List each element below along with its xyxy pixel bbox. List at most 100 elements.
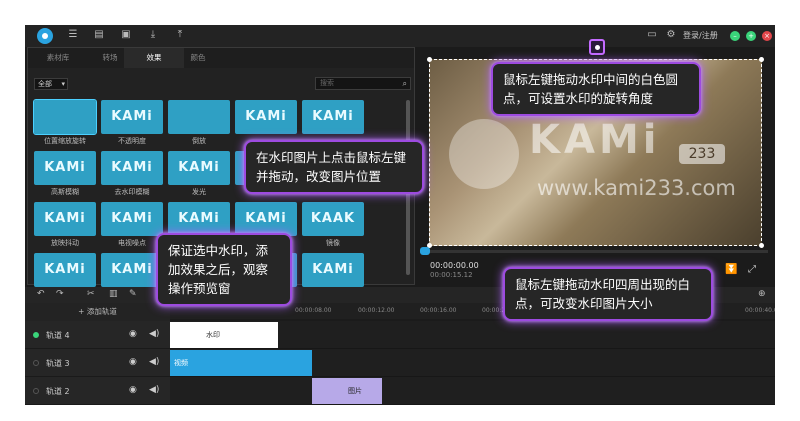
chevron-down-icon: ▾: [61, 80, 65, 88]
effect-thumb[interactable]: KAMi: [101, 151, 163, 185]
effect-label: 倒放: [192, 137, 206, 145]
track-status-dot: [33, 388, 39, 394]
double-chevron-down-icon[interactable]: ⏬: [725, 264, 737, 275]
effect-thumb-text: KAMi: [245, 211, 287, 226]
progress-knob[interactable]: [420, 247, 430, 255]
track-header[interactable]: 轨道 2 ◉ ◀): [25, 377, 170, 405]
effect-thumb[interactable]: KAMi: [235, 100, 297, 134]
effect-thumb[interactable]: [168, 100, 230, 134]
effect-thumb-text: KAMi: [111, 262, 153, 277]
delete-icon[interactable]: ▥: [109, 289, 118, 299]
eye-icon[interactable]: ◉: [129, 385, 137, 395]
track-lane[interactable]: 图片: [170, 377, 775, 405]
effect-label: 发光: [192, 188, 206, 196]
ruler-tick-label: 00:00:16.00: [420, 307, 457, 314]
effect-thumb[interactable]: KAMi: [168, 202, 230, 236]
effect-thumb-text: [34, 100, 96, 134]
track-name: 轨道 2: [46, 387, 70, 396]
search-input[interactable]: 搜索 ⌕: [315, 77, 411, 90]
effect-thumb-text: KAMi: [178, 211, 220, 226]
effect-thumb[interactable]: KAMi: [101, 253, 163, 287]
effect-label: 放映抖动: [51, 239, 79, 247]
login-link[interactable]: 登录/注册: [683, 30, 718, 41]
file-icon[interactable]: ▤: [93, 29, 105, 41]
resize-handle-bottom-right[interactable]: [759, 243, 764, 248]
timeline-clip[interactable]: 水印: [170, 322, 278, 348]
zoom-icon[interactable]: ⊕: [758, 289, 766, 299]
tab-colors[interactable]: 颜色: [168, 48, 228, 68]
effect-label: 电视噪点: [118, 239, 146, 247]
effect-thumb[interactable]: KAMi: [168, 151, 230, 185]
effect-thumb-text: [168, 100, 230, 134]
minimize-icon[interactable]: –: [730, 31, 740, 41]
effect-thumb[interactable]: KAAK: [302, 202, 364, 236]
edit-icon[interactable]: ✎: [129, 289, 137, 299]
track-header[interactable]: 轨道 3 ◉ ◀): [25, 349, 170, 377]
effect-label: 高斯模糊: [51, 188, 79, 196]
panel-tabs: 素材库 转场 效果 颜色: [28, 48, 414, 68]
effect-thumb-text: KAMi: [245, 109, 287, 124]
track-name: 轨道 4: [46, 331, 70, 340]
effect-thumb-text: KAMi: [111, 160, 153, 175]
close-icon[interactable]: ×: [762, 31, 772, 41]
timeline-clip[interactable]: 图片: [312, 378, 382, 404]
timeline-clip[interactable]: 视频: [170, 350, 312, 376]
track-status-dot: [33, 360, 39, 366]
time-current: 00:00:00.00: [430, 261, 479, 270]
upload-icon[interactable]: ⤒: [174, 29, 186, 41]
callout-rotate: 鼠标左键拖动水印中间的白色圆点，可设置水印的旋转角度: [491, 62, 701, 116]
track-lane[interactable]: 视频: [170, 349, 775, 377]
settings-icon[interactable]: ⚙: [665, 29, 677, 41]
speaker-icon[interactable]: ◀): [149, 385, 159, 395]
category-select[interactable]: 全部 ▾: [34, 78, 68, 90]
search-icon[interactable]: ⌕: [403, 78, 407, 89]
resize-handle-top-left[interactable]: [427, 57, 432, 62]
track-lane[interactable]: 水印: [170, 321, 775, 349]
effect-thumb[interactable]: KAMi: [101, 202, 163, 236]
callout-resize: 鼠标左键拖动水印四周出现的白点，可改变水印图片大小: [503, 267, 713, 321]
add-track-button[interactable]: + 添加轨道: [25, 303, 170, 321]
time-total: 00:00:15.12: [430, 271, 473, 279]
resize-handle-top-right[interactable]: [759, 57, 764, 62]
effect-label: 去水印模糊: [114, 188, 150, 196]
speaker-icon[interactable]: ◀): [149, 357, 159, 367]
save-icon[interactable]: ▣: [120, 29, 132, 41]
fullscreen-icon[interactable]: ⤢: [748, 264, 756, 275]
menu-icon[interactable]: ☰: [67, 29, 79, 41]
effect-label: 镜像: [326, 239, 340, 247]
maximize-icon[interactable]: +: [746, 31, 756, 41]
effect-thumb-text: KAMi: [44, 211, 86, 226]
effect-thumb-text: KAMi: [44, 160, 86, 175]
callout-drag: 在水印图片上点击鼠标左键并拖动，改变图片位置: [244, 140, 424, 194]
redo-icon[interactable]: ↷: [56, 289, 64, 299]
effect-thumb[interactable]: KAMi: [302, 253, 364, 287]
effect-thumb[interactable]: KAMi: [235, 202, 297, 236]
playback-progress[interactable]: [420, 250, 768, 253]
effect-thumb[interactable]: KAMi: [302, 100, 364, 134]
tab-media[interactable]: 素材库: [28, 48, 88, 68]
undo-icon[interactable]: ↶: [37, 289, 45, 299]
effect-thumb[interactable]: KAMi: [34, 253, 96, 287]
track-header[interactable]: 轨道 4 ◉ ◀): [25, 321, 170, 349]
eye-icon[interactable]: ◉: [129, 329, 137, 339]
search-placeholder: 搜索: [320, 79, 334, 87]
ruler-tick-label: 00:00:12.00: [358, 307, 395, 314]
effect-thumb-text: KAMi: [44, 262, 86, 277]
download-icon[interactable]: ⤓: [147, 29, 159, 41]
rotate-handle-icon[interactable]: [589, 39, 605, 55]
split-icon[interactable]: ✂: [87, 289, 95, 299]
effect-thumb[interactable]: [33, 99, 97, 135]
message-icon[interactable]: ▭: [646, 29, 658, 41]
effect-thumb[interactable]: KAMi: [34, 202, 96, 236]
track-name: 轨道 3: [46, 359, 70, 368]
speaker-icon[interactable]: ◀): [149, 329, 159, 339]
eye-icon[interactable]: ◉: [129, 357, 137, 367]
effect-thumb-text: KAMi: [111, 211, 153, 226]
effect-thumb-text: KAMi: [312, 109, 354, 124]
category-select-value: 全部: [38, 80, 52, 88]
effect-thumb[interactable]: KAMi: [101, 100, 163, 134]
effect-thumb[interactable]: KAMi: [34, 151, 96, 185]
effect-thumb-text: KAMi: [178, 160, 220, 175]
app-window: ☰ ▤ ▣ ⤓ ⤒ ▭ ⚙ 登录/注册 – + × 素材库 转场 效果 颜色 全…: [25, 25, 775, 405]
effect-thumb-text: KAMi: [312, 262, 354, 277]
